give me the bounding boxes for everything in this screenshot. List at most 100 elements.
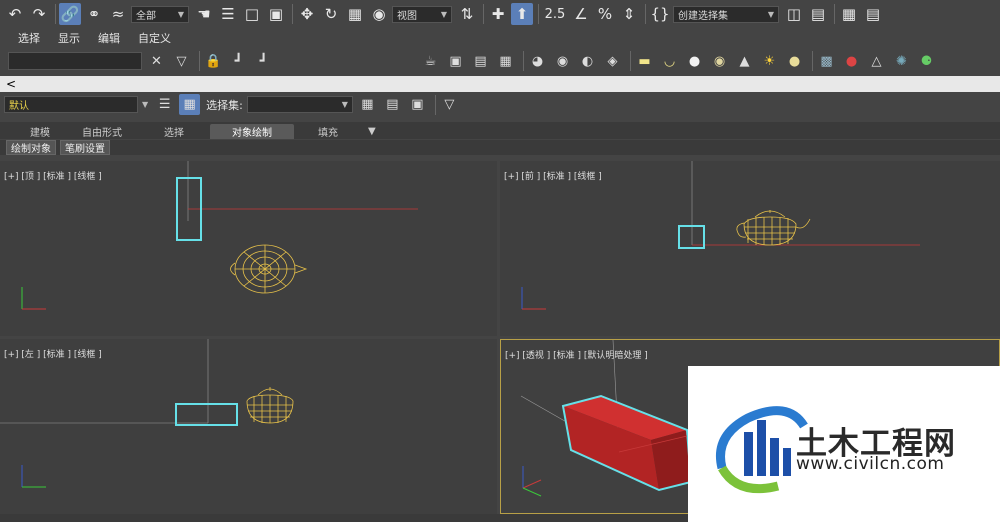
search-input[interactable] — [8, 52, 142, 70]
percent-snap-icon[interactable]: % — [594, 3, 616, 25]
menu-edit[interactable]: 编辑 — [98, 30, 120, 46]
red-box-object[interactable] — [561, 394, 693, 492]
menu-select[interactable]: 选择 — [18, 30, 40, 46]
edit-named-selection-icon[interactable]: {} — [649, 3, 671, 25]
filter-icon[interactable]: ▽ — [171, 51, 192, 72]
layers-icon[interactable]: ☰ — [154, 94, 175, 115]
tab-object-paint[interactable]: 对象绘制 — [210, 124, 294, 139]
reference-coordinate-dropdown[interactable]: 视图 ▼ — [392, 5, 452, 23]
axis-gizmo-perspective — [522, 466, 542, 497]
chevron-down-icon[interactable]: ▼ — [142, 100, 148, 109]
hierarchy-icon[interactable]: ┛ — [228, 51, 249, 72]
teapot-wireframe-top[interactable] — [230, 244, 308, 294]
pivot-center-icon[interactable]: ⇅ — [456, 3, 478, 25]
tab-selection[interactable]: 选择 — [138, 124, 210, 139]
hierarchy-expand-icon[interactable]: ┛ — [253, 51, 274, 72]
sun-icon[interactable]: ☀ — [759, 51, 780, 72]
toolbar-separator — [55, 4, 56, 24]
menu-display[interactable]: 显示 — [58, 30, 80, 46]
sky-dome-icon[interactable]: ● — [784, 51, 805, 72]
menu-customize[interactable]: 自定义 — [138, 30, 171, 46]
render-frame-icon[interactable]: ▣ — [445, 51, 466, 72]
clear-icon[interactable]: ✕ — [146, 51, 167, 72]
toolbar-separator — [630, 51, 631, 71]
paint-objects-button[interactable]: 绘制对象 — [6, 140, 56, 155]
teapot-wireframe-front[interactable] — [736, 210, 811, 246]
keyboard-shortcut-override-icon[interactable]: ⬆ — [511, 3, 533, 25]
toolbar-separator — [645, 4, 646, 24]
axis-gizmo-front — [521, 287, 546, 310]
filter-icon[interactable]: ▽ — [439, 94, 460, 115]
half-sphere-icon[interactable]: ◐ — [577, 51, 598, 72]
toolbar-separator — [199, 51, 200, 71]
tab-populate[interactable]: 填充 — [294, 124, 362, 139]
rect-selection-region-icon[interactable]: □ — [241, 3, 263, 25]
axis-gizmo-top — [21, 287, 46, 310]
spinner-snap-icon[interactable]: ⇕ — [618, 3, 640, 25]
tab-freeform[interactable]: 自由形式 — [66, 124, 138, 139]
dynamics-icon[interactable]: ● — [841, 51, 862, 72]
mirror-icon[interactable]: ◫ — [783, 3, 805, 25]
toolbar-separator — [834, 4, 835, 24]
viewport-left-scene — [0, 339, 294, 488]
angle-snap-icon[interactable]: ∠ — [570, 3, 592, 25]
cone-icon[interactable]: ▲ — [734, 51, 755, 72]
render-setup-icon[interactable]: ▤ — [470, 51, 491, 72]
command-prompt: < — [6, 77, 17, 91]
select-manipulate-icon[interactable]: ✚ — [487, 3, 509, 25]
main-toolbar: ↶ ↷ 🔗 ⚭ ≈ 全部 ▼ ☚ ☰ □ ▣ ✥ ↻ ▦ ◉ 视图 ▼ ⇅ ✚ ⬆ … — [0, 0, 1000, 28]
selected-box-outline[interactable] — [175, 403, 238, 426]
teapot-render-icon[interactable]: ☕ — [420, 51, 441, 72]
set-highlight-icon[interactable]: ▣ — [407, 94, 428, 115]
scale-icon[interactable]: ▦ — [344, 3, 366, 25]
ribbon-tabs: 建模 自由形式 选择 对象绘制 填充 ▼ — [0, 122, 1000, 139]
layer-explorer-icon[interactable]: ▤ — [862, 3, 884, 25]
hemisphere-icon[interactable]: ◡ — [659, 51, 680, 72]
align-icon[interactable]: ▤ — [807, 3, 829, 25]
named-selection-dropdown[interactable]: 创建选择集 ▼ — [673, 5, 779, 23]
material-editor-icon[interactable]: ▦ — [495, 51, 516, 72]
window-crossing-icon[interactable]: ▣ — [265, 3, 287, 25]
selection-set-label: 选择集: — [206, 98, 243, 112]
rotate-icon[interactable]: ↻ — [320, 3, 342, 25]
selection-set-dropdown[interactable]: ▼ — [246, 96, 353, 113]
toolbar-separator — [538, 4, 539, 24]
link-icon[interactable]: 🔗 — [59, 3, 81, 25]
scene-explorer-icon[interactable]: ▦ — [838, 3, 860, 25]
tent-icon[interactable]: △ — [866, 51, 887, 72]
grass-icon[interactable]: ⚈ — [916, 51, 937, 72]
light-bulb-icon[interactable]: ◕ — [527, 51, 548, 72]
redo-icon[interactable]: ↷ — [28, 3, 50, 25]
place-icon[interactable]: ◉ — [368, 3, 390, 25]
layer-dropdown[interactable]: 默认 — [4, 96, 138, 113]
sphere-icon[interactable]: ● — [684, 51, 705, 72]
command-line[interactable]: < — [0, 76, 1000, 92]
select-by-name-icon[interactable]: ☰ — [217, 3, 239, 25]
teapot-wireframe-left[interactable] — [246, 387, 294, 424]
move-icon[interactable]: ✥ — [296, 3, 318, 25]
select-set-icon[interactable]: ▦ — [357, 94, 378, 115]
bind-spacewarp-icon[interactable]: ≈ — [107, 3, 129, 25]
ribbon-options-icon[interactable]: ▼ — [362, 124, 382, 139]
viewport-front[interactable]: [+] [前 ] [标准 ] [线框 ] — [500, 161, 1000, 336]
set-select-icon[interactable]: ▤ — [382, 94, 403, 115]
video-camera-icon[interactable]: ◈ — [602, 51, 623, 72]
brush-settings-button[interactable]: 笔刷设置 — [60, 140, 110, 155]
select-object-icon[interactable]: ☚ — [193, 3, 215, 25]
camera-icon[interactable]: ◉ — [552, 51, 573, 72]
snap-toggle-icon[interactable]: 2.5 — [542, 3, 568, 25]
geosphere-icon[interactable]: ◉ — [709, 51, 730, 72]
tab-modeling[interactable]: 建模 — [4, 124, 66, 139]
viewport-left[interactable]: [+] [左 ] [标准 ] [线框 ] — [0, 339, 497, 514]
particle-icon[interactable]: ▩ — [816, 51, 837, 72]
viewport-top[interactable]: [+] [顶 ] [标准 ] [线框 ] — [0, 161, 497, 336]
unlink-icon[interactable]: ⚭ — [83, 3, 105, 25]
lock-icon[interactable]: 🔒 — [203, 51, 224, 72]
selection-filter-dropdown[interactable]: 全部 ▼ — [131, 5, 189, 23]
layer-manager-icon[interactable]: ▦ — [179, 94, 201, 115]
undo-icon[interactable]: ↶ — [4, 3, 26, 25]
viewport-top-scene — [21, 161, 418, 310]
globe-icon[interactable]: ✺ — [891, 51, 912, 72]
plane-icon[interactable]: ▬ — [634, 51, 655, 72]
named-selection-value: 创建选择集 — [678, 10, 728, 22]
